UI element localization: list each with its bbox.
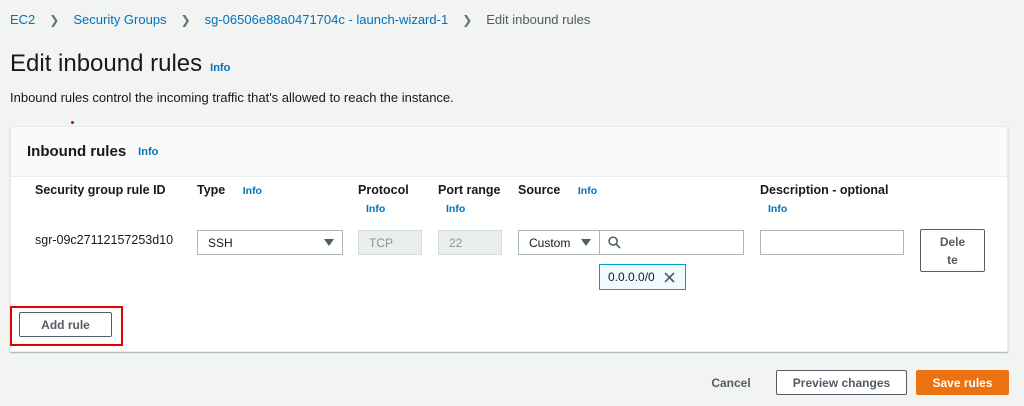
marker-dot — [71, 121, 74, 124]
rule-id: sgr-09c27112157253d10 — [35, 233, 174, 247]
source-type-select[interactable]: Custom — [518, 230, 600, 255]
breadcrumb-security-groups[interactable]: Security Groups — [73, 12, 166, 27]
chevron-right-icon: ❯ — [49, 12, 60, 27]
port-range-info-link[interactable]: Info — [446, 203, 501, 215]
col-source-label: Source — [518, 183, 561, 197]
col-port-range-label: Port range — [438, 183, 501, 197]
type-select[interactable]: SSH — [197, 230, 343, 255]
port-range-value: 22 — [449, 235, 463, 250]
preview-changes-button[interactable]: Preview changes — [776, 370, 907, 395]
port-range-field: 22 — [438, 230, 502, 255]
page-header: Edit inbound rules Info — [10, 50, 230, 78]
cancel-label: Cancel — [711, 376, 751, 390]
inbound-rules-panel: Inbound rules Info Security group rule I… — [10, 126, 1008, 352]
save-rules-label: Save rules — [932, 375, 993, 390]
close-icon[interactable] — [664, 271, 675, 283]
description-input[interactable] — [760, 230, 904, 255]
preview-changes-label: Preview changes — [792, 375, 891, 390]
protocol-value: TCP — [369, 235, 393, 250]
delete-rule-button[interactable]: Dele te — [920, 229, 985, 272]
delete-label-2: te — [947, 252, 958, 267]
caret-down-icon — [324, 239, 334, 246]
breadcrumb-current: Edit inbound rules — [486, 12, 591, 27]
description-info-link[interactable]: Info — [768, 203, 888, 215]
page-description: Inbound rules control the incoming traff… — [10, 90, 454, 105]
panel-header: Inbound rules Info — [11, 127, 1007, 177]
col-rule-id: Security group rule ID — [35, 183, 166, 197]
col-source: Source Info — [518, 183, 597, 197]
cancel-button[interactable]: Cancel — [700, 371, 762, 395]
protocol-field: TCP — [358, 230, 422, 255]
col-protocol: Protocol Info — [358, 183, 409, 215]
delete-label-1: Dele — [939, 234, 966, 249]
col-protocol-label: Protocol — [358, 183, 409, 197]
source-info-link[interactable]: Info — [578, 185, 597, 197]
chevron-right-icon: ❯ — [180, 12, 191, 27]
save-rules-button[interactable]: Save rules — [916, 370, 1009, 395]
breadcrumb: EC2 ❯ Security Groups ❯ sg-06506e88a0471… — [10, 12, 590, 27]
source-type-value: Custom — [529, 235, 571, 250]
source-cidr-value: 0.0.0.0/0 — [608, 270, 655, 284]
chevron-right-icon: ❯ — [462, 12, 473, 27]
type-info-link[interactable]: Info — [243, 185, 262, 197]
highlight-annotation — [10, 306, 123, 346]
source-search-input[interactable] — [599, 230, 744, 255]
col-description-label: Description - optional — [760, 183, 889, 197]
caret-down-icon — [581, 239, 591, 246]
col-description: Description - optional Info — [760, 183, 888, 215]
panel-info-link[interactable]: Info — [138, 146, 158, 158]
panel-title: Inbound rules — [27, 143, 127, 160]
page-info-link[interactable]: Info — [210, 62, 230, 74]
breadcrumb-ec2[interactable]: EC2 — [10, 12, 35, 27]
col-port-range: Port range Info — [438, 183, 501, 215]
col-type-label: Type — [197, 183, 226, 197]
type-select-value: SSH — [208, 235, 233, 250]
breadcrumb-security-group[interactable]: sg-06506e88a0471704c - launch-wizard-1 — [205, 12, 449, 27]
search-icon — [608, 236, 621, 249]
protocol-info-link[interactable]: Info — [366, 203, 409, 215]
source-cidr-token: 0.0.0.0/0 — [599, 264, 686, 290]
page-title: Edit inbound rules — [10, 50, 203, 77]
col-type: Type Info — [197, 183, 262, 197]
